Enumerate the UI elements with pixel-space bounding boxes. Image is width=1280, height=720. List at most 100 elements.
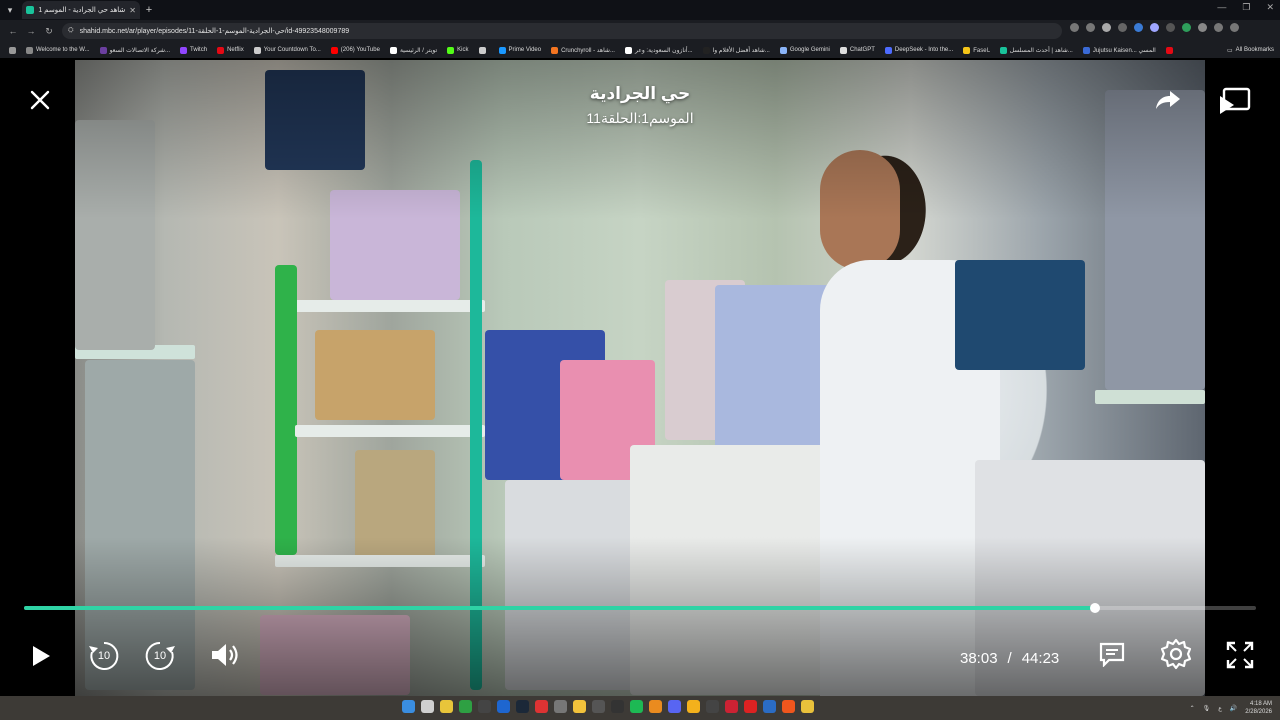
- app-icon[interactable]: [801, 700, 814, 713]
- menu-kebab-icon[interactable]: [1230, 23, 1239, 32]
- video-player[interactable]: حي الجرادية الموسم1:الحلقة11 10 10 38:03…: [0, 58, 1280, 696]
- fullscreen-icon[interactable]: [1224, 640, 1256, 670]
- app-icon[interactable]: [592, 700, 605, 713]
- search-icon[interactable]: [421, 700, 434, 713]
- bookmark-item[interactable]: Faselـ: [960, 46, 992, 54]
- bookmark-favicon-icon: [99, 46, 107, 54]
- app-icon[interactable]: [554, 700, 567, 713]
- site-info-icon[interactable]: ⛭: [68, 27, 74, 35]
- discord-icon[interactable]: [668, 700, 681, 713]
- app-icon[interactable]: [611, 700, 624, 713]
- app-icon[interactable]: [763, 700, 776, 713]
- bookmark-item[interactable]: Prime Video: [496, 46, 545, 54]
- subtitles-icon[interactable]: [1098, 640, 1126, 668]
- video-frame[interactable]: [75, 60, 1205, 696]
- bookmark-item[interactable]: Crunchyroll - شاهد...: [548, 46, 618, 54]
- bookmark-item[interactable]: [476, 46, 492, 54]
- epic-games-icon[interactable]: [478, 700, 491, 713]
- network-volume-icon[interactable]: 🔊: [1230, 705, 1237, 712]
- microphone-icon[interactable]: 🎙: [1203, 705, 1211, 712]
- bookmark-item[interactable]: تويتر / الرئيسية: [387, 46, 440, 54]
- bookmark-favicon-icon: [1082, 46, 1090, 54]
- app-icon[interactable]: [706, 700, 719, 713]
- app-icon[interactable]: [725, 700, 738, 713]
- file-explorer-icon[interactable]: [573, 700, 586, 713]
- share-icon[interactable]: [1154, 88, 1182, 112]
- bookmark-label: ChatGPT: [849, 47, 875, 53]
- profile-avatar-icon[interactable]: [1214, 23, 1223, 32]
- extensions-puzzle-icon[interactable]: [1198, 23, 1207, 32]
- apps-grid-icon[interactable]: [6, 46, 19, 54]
- tab-title: شاهد حي الجرادية - الموسم 1 /: [38, 7, 126, 14]
- browser-tab[interactable]: شاهد حي الجرادية - الموسم 1 / ✕: [22, 1, 140, 19]
- window-close-icon[interactable]: ✕: [1266, 2, 1274, 13]
- bookmark-item[interactable]: Your Countdown To...: [251, 46, 324, 54]
- app-icon[interactable]: [744, 700, 757, 713]
- bookmark-item[interactable]: Netflix: [214, 46, 247, 54]
- spotify-icon[interactable]: [630, 700, 643, 713]
- bookmark-item[interactable]: ChatGPT: [837, 46, 878, 54]
- progress-handle[interactable]: [1089, 603, 1100, 613]
- restore-icon[interactable]: ❐: [1242, 2, 1250, 13]
- app-icon[interactable]: [497, 700, 510, 713]
- forward-10-icon[interactable]: 10: [142, 638, 178, 674]
- minimize-icon[interactable]: —: [1217, 2, 1226, 13]
- bookmark-item[interactable]: شركة الاتصالات السعو...: [97, 46, 173, 54]
- bookmark-item[interactable]: Twitch: [177, 46, 210, 54]
- window-controls: — ❐ ✕: [1217, 2, 1274, 13]
- windows-start-icon[interactable]: [402, 700, 415, 713]
- bookmark-favicon-icon: [999, 46, 1007, 54]
- back-icon[interactable]: ←: [4, 26, 22, 36]
- bookmark-favicon-icon: [253, 46, 261, 54]
- app-icon[interactable]: [440, 700, 453, 713]
- play-icon[interactable]: [28, 642, 54, 670]
- chrome-icon[interactable]: [687, 700, 700, 713]
- steam-icon[interactable]: [516, 700, 529, 713]
- bookmark-item[interactable]: [1163, 46, 1179, 54]
- extension-icon[interactable]: [1118, 23, 1127, 32]
- volume-icon[interactable]: [208, 640, 242, 670]
- bookmark-label: Jujutsu Kaisen... المسي: [1092, 47, 1156, 54]
- progress-bar[interactable]: [24, 603, 1256, 613]
- forward-icon[interactable]: →: [22, 26, 40, 36]
- system-tray: ⌃ 🎙 ع 🔊 4:18 AM 2/28/2026: [1190, 696, 1272, 720]
- tab-close-icon[interactable]: ✕: [129, 6, 136, 15]
- rewind-10-icon[interactable]: 10: [86, 638, 122, 674]
- install-app-icon[interactable]: [1070, 23, 1079, 32]
- bookmark-item[interactable]: شاهد | أحدث المسلسل...: [997, 46, 1076, 54]
- bookmark-item[interactable]: Google Gemini: [777, 46, 833, 54]
- bookmark-item[interactable]: DeepSeek - Into the...: [882, 46, 956, 54]
- extension-icon[interactable]: [1134, 23, 1143, 32]
- current-time: 38:03: [960, 650, 998, 667]
- language-indicator[interactable]: ع: [1218, 705, 1222, 712]
- app-icon[interactable]: [649, 700, 662, 713]
- bookmark-item[interactable]: Jujutsu Kaisen... المسي: [1080, 46, 1159, 54]
- time-separator: /: [1007, 650, 1012, 667]
- close-icon[interactable]: [28, 88, 52, 112]
- clock-time: 4:18 AM: [1249, 701, 1272, 707]
- bookmark-item[interactable]: Welcome to the W...: [23, 46, 93, 54]
- extension-icon[interactable]: [1166, 23, 1175, 32]
- xbox-icon[interactable]: [459, 700, 472, 713]
- extension-icon[interactable]: [1150, 23, 1159, 32]
- tab-search-icon[interactable]: ▾: [0, 0, 20, 20]
- brave-icon[interactable]: [782, 700, 795, 713]
- app-icon[interactable]: [535, 700, 548, 713]
- cast-icon[interactable]: [1218, 86, 1252, 116]
- bookmark-item[interactable]: شاهد أفضل الأفلام وا...: [700, 46, 773, 54]
- chevron-up-icon[interactable]: ⌃: [1190, 705, 1195, 712]
- reload-icon[interactable]: ↻: [40, 26, 58, 37]
- all-bookmarks-button[interactable]: ▭ All Bookmarks: [1222, 42, 1274, 58]
- password-icon[interactable]: [1086, 23, 1095, 32]
- extension-icon[interactable]: [1182, 23, 1191, 32]
- bookmark-label: Prime Video: [508, 47, 542, 53]
- new-tab-button[interactable]: +: [140, 4, 158, 16]
- address-bar[interactable]: ⛭ shahid.mbc.net/ar/player/episodes/حي-ا…: [62, 23, 1062, 39]
- bookmark-label: أنازون السعودية: وعر...: [634, 47, 693, 54]
- bookmark-item[interactable]: Kick: [444, 46, 471, 54]
- bookmark-item[interactable]: (206) YouTube: [328, 46, 383, 54]
- clock[interactable]: 4:18 AM 2/28/2026: [1245, 700, 1272, 716]
- bookmark-star-icon[interactable]: [1102, 23, 1111, 32]
- bookmark-item[interactable]: أنازون السعودية: وعر...: [622, 46, 696, 54]
- settings-gear-icon[interactable]: [1158, 636, 1194, 672]
